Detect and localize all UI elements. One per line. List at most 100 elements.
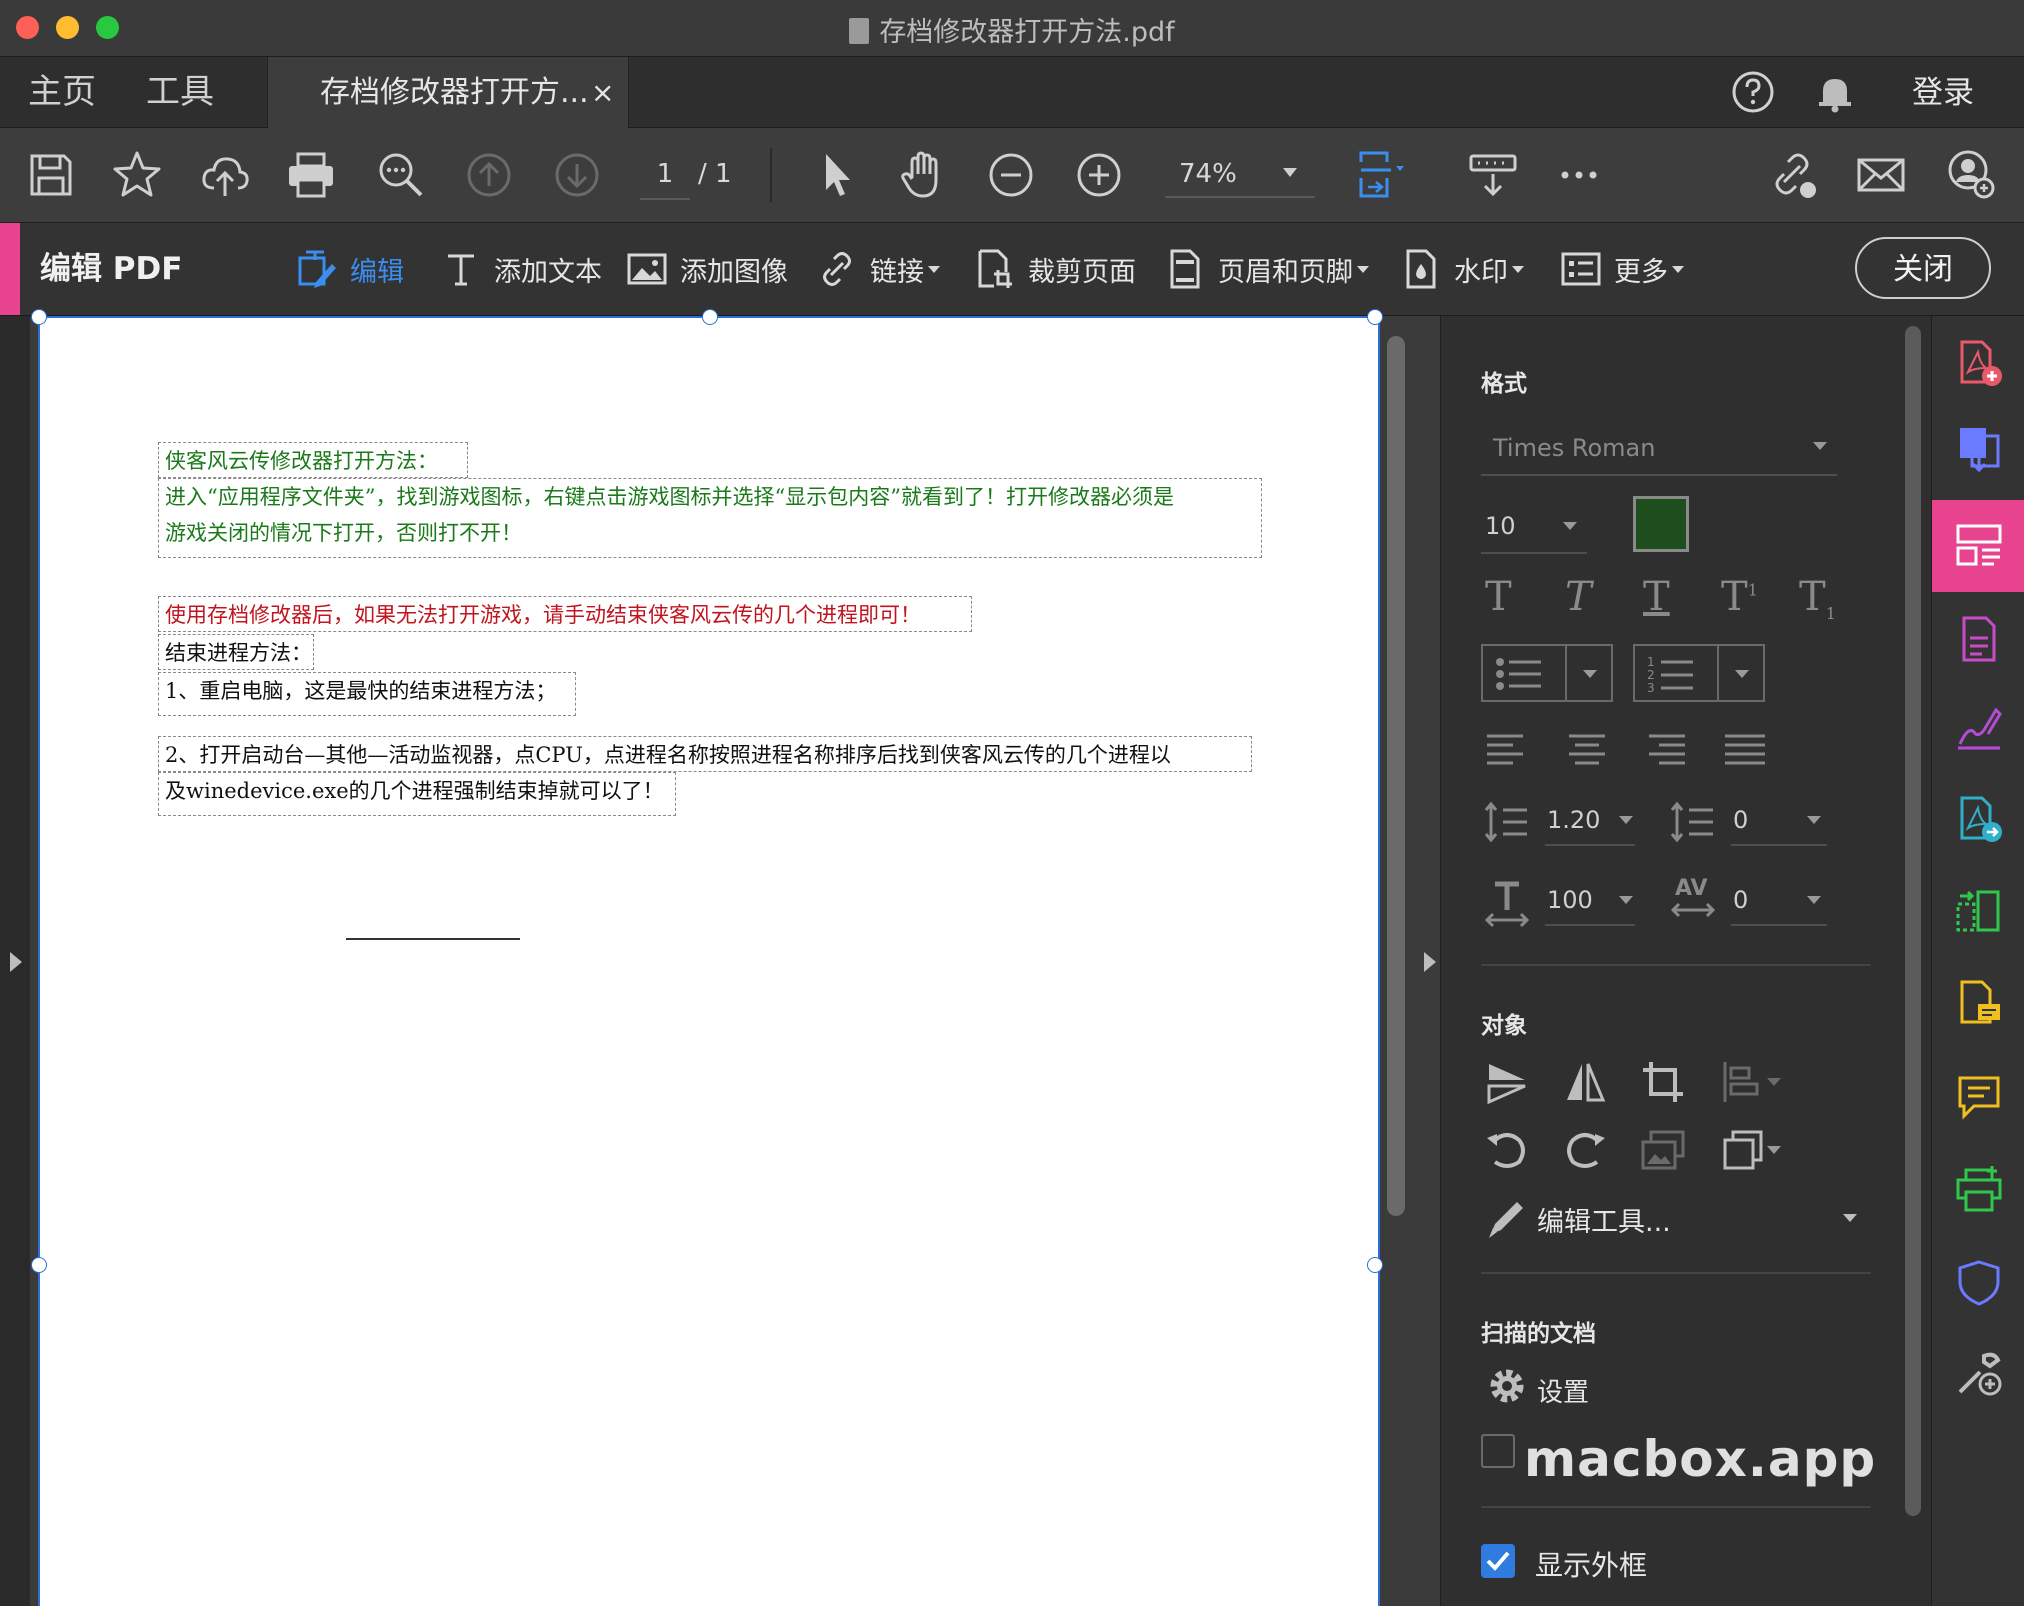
text-block[interactable]: 使用存档修改器后，如果无法打开游戏，请手动结束侠客风云传的几个进程即可！ xyxy=(158,596,972,632)
crop-icon[interactable] xyxy=(1639,1058,1687,1106)
help-icon[interactable] xyxy=(1730,69,1776,115)
text-block[interactable]: 1、重启电脑，这是最快的结束进程方法； xyxy=(158,672,576,716)
read-mode-icon[interactable] xyxy=(1466,148,1520,202)
document-viewport[interactable]: 侠客风云传修改器打开方法： 进入“应用程序文件夹”，找到游戏图标，右键点击游戏图… xyxy=(30,309,1440,1606)
print-icon[interactable] xyxy=(284,148,338,202)
font-family-value: Times Roman xyxy=(1493,434,1656,462)
edit-text-icon xyxy=(298,250,336,288)
text-block[interactable]: 进入“应用程序文件夹”，找到游戏图标，右键点击游戏图标并选择“显示包内容”就看到… xyxy=(158,478,1262,558)
numbered-list-select[interactable]: 123 xyxy=(1633,644,1765,702)
resize-handle[interactable] xyxy=(1367,1257,1383,1273)
close-edit-button[interactable]: 关闭 xyxy=(1855,237,1991,299)
paragraph-spacing-value: 0 xyxy=(1733,806,1749,834)
chevron-down-icon xyxy=(1583,670,1597,678)
more-options-icon[interactable] xyxy=(1552,148,1606,202)
text-block[interactable]: 及winedevice.exe的几个进程强制结束掉就可以了！ xyxy=(158,772,676,816)
bold-t-icon[interactable]: T xyxy=(1485,574,1512,620)
replace-image-icon[interactable] xyxy=(1639,1126,1687,1174)
arrange-icon[interactable] xyxy=(1719,1126,1767,1174)
pdf-page[interactable]: 侠客风云传修改器打开方法： 进入“应用程序文件夹”，找到游戏图标，右键点击游戏图… xyxy=(31,309,1383,1606)
bullet-list-select[interactable] xyxy=(1481,644,1613,702)
create-pdf-icon[interactable] xyxy=(1954,338,2004,388)
panel-scrollbar[interactable] xyxy=(1905,326,1921,1516)
italic-t-icon[interactable]: T xyxy=(1565,574,1592,620)
justify-icon[interactable] xyxy=(1721,726,1769,774)
align-right-icon[interactable] xyxy=(1641,726,1689,774)
rotate-right-icon[interactable] xyxy=(1561,1126,1609,1174)
export-pdf-icon[interactable] xyxy=(1954,424,2004,474)
expand-left-panel-icon[interactable] xyxy=(10,952,22,972)
select-pointer-icon[interactable] xyxy=(810,148,864,202)
add-text-button[interactable]: 添加文本 xyxy=(440,223,602,315)
flip-vertical-icon[interactable] xyxy=(1483,1058,1531,1106)
add-user-icon[interactable] xyxy=(1944,148,1998,202)
close-tab-icon[interactable]: × xyxy=(591,57,614,129)
send-for-signature-icon[interactable] xyxy=(1954,794,2004,844)
document-scrollbar[interactable] xyxy=(1387,336,1405,1216)
edit-button[interactable]: 编辑 xyxy=(296,223,404,315)
login-button[interactable]: 登录 xyxy=(1912,57,1974,129)
resize-handle[interactable] xyxy=(31,309,47,325)
gear-icon[interactable] xyxy=(1483,1362,1531,1410)
zoom-search-icon[interactable] xyxy=(374,148,428,202)
star-icon[interactable] xyxy=(110,148,164,202)
watermark-button[interactable]: 水印 xyxy=(1400,223,1524,315)
settings-label[interactable]: 设置 xyxy=(1537,1372,1589,1409)
collapse-right-panel-icon[interactable] xyxy=(1424,952,1436,972)
sign-icon[interactable] xyxy=(1954,702,2004,752)
save-icon[interactable] xyxy=(24,148,78,202)
previous-page-icon[interactable] xyxy=(462,148,516,202)
share-link-icon[interactable] xyxy=(1766,148,1820,202)
underline-t-icon[interactable]: T xyxy=(1643,574,1670,620)
email-icon[interactable] xyxy=(1854,148,1908,202)
print-production-icon[interactable] xyxy=(1954,1164,2004,1214)
comment-pdf-icon[interactable] xyxy=(1954,978,2004,1028)
text-block[interactable]: 2、打开启动台—其他—活动监视器，点CPU，点进程名称按照进程名称排序后找到侠客… xyxy=(158,736,1252,772)
tab-document[interactable]: 存档修改器打开方... × xyxy=(267,57,629,128)
align-objects-icon[interactable] xyxy=(1719,1058,1767,1106)
fit-page-icon[interactable] xyxy=(1356,148,1410,202)
comment-icon[interactable] xyxy=(1954,1072,2004,1122)
left-panel-gutter xyxy=(0,316,30,1606)
paragraph-spacing-icon xyxy=(1670,801,1713,843)
recognize-text-checkbox[interactable] xyxy=(1481,1434,1515,1468)
bell-icon[interactable] xyxy=(1812,69,1858,115)
rotate-left-icon[interactable] xyxy=(1483,1126,1531,1174)
text-block[interactable]: 结束进程方法： xyxy=(158,634,314,670)
zoom-in-icon[interactable] xyxy=(1072,148,1126,202)
show-bbox-checkbox[interactable] xyxy=(1481,1544,1515,1578)
tab-tools[interactable]: 工具 xyxy=(146,57,214,127)
align-center-icon[interactable] xyxy=(1563,726,1611,774)
chevron-down-icon xyxy=(1512,265,1524,273)
tab-home[interactable]: 主页 xyxy=(28,57,96,127)
protect-shield-icon[interactable] xyxy=(1954,1258,2004,1308)
resize-handle[interactable] xyxy=(1367,309,1383,325)
subscript-t-icon[interactable]: T1 xyxy=(1799,574,1836,623)
resize-handle[interactable] xyxy=(702,309,718,325)
hand-tool-icon[interactable] xyxy=(896,148,950,202)
fill-form-icon[interactable] xyxy=(1954,614,2004,664)
edit-pdf-toolbar: 编辑 PDF 编辑 添加文本 添加图像 链接 裁剪页面 页眉和页脚 水印 更多 … xyxy=(0,223,2024,316)
page-number-input[interactable]: 1 xyxy=(640,150,690,200)
link-button[interactable]: 链接 xyxy=(816,223,940,315)
more-tools-icon[interactable] xyxy=(1954,1348,2004,1398)
align-left-icon[interactable] xyxy=(1483,726,1531,774)
zoom-out-icon[interactable] xyxy=(984,148,1038,202)
edit-pdf-icon[interactable] xyxy=(1954,520,2004,570)
cloud-upload-icon[interactable] xyxy=(198,148,252,202)
more-button[interactable]: 更多 xyxy=(1560,223,1684,315)
add-image-button[interactable]: 添加图像 xyxy=(626,223,788,315)
crop-page-button[interactable]: 裁剪页面 xyxy=(974,223,1136,315)
superscript-t-icon[interactable]: T1 xyxy=(1721,574,1758,620)
text-block[interactable]: 侠客风云传修改器打开方法： xyxy=(158,442,468,478)
resize-handle[interactable] xyxy=(31,1257,47,1273)
organize-pages-icon[interactable] xyxy=(1954,886,2004,936)
next-page-icon[interactable] xyxy=(550,148,604,202)
edit-pdf-accent xyxy=(0,223,20,315)
text-color-swatch[interactable] xyxy=(1633,496,1689,552)
window-title-bar: 存档修改器打开方法.pdf xyxy=(0,0,2024,57)
flip-horizontal-icon[interactable] xyxy=(1561,1058,1609,1106)
edit-tools-select[interactable]: 编辑工具... xyxy=(1537,1200,1671,1239)
format-panel: 格式 Times Roman 10 T T T T1 T1 123 1.20 0… xyxy=(1440,316,1931,1606)
header-footer-button[interactable]: 页眉和页脚 xyxy=(1164,223,1369,315)
